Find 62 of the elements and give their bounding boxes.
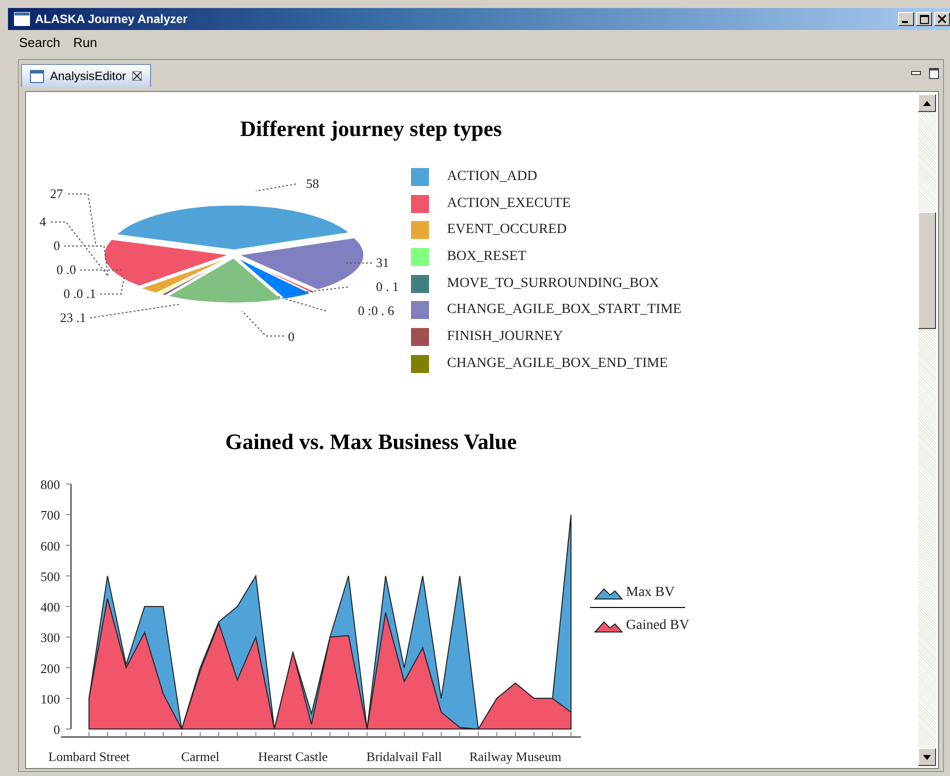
legend-label: FINISH_JOURNEY [447,329,563,346]
minimize-button[interactable] [898,12,914,26]
y-tick-label: 400 [40,599,60,614]
scroll-up-button[interactable] [918,94,936,112]
maximize-button[interactable] [916,12,932,26]
x-tick-label: Railway Museum [469,748,562,764]
legend-label: CHANGE_AGILE_BOX_START_TIME [447,302,682,318]
tab-label: AnalysisEditor [50,69,126,83]
x-tick-label: Carmel [181,748,220,764]
scroll-thumb[interactable] [918,212,936,329]
scroll-down-button[interactable] [918,748,936,766]
data-label: 58 [306,176,319,191]
legend-label: Gained BV [626,618,690,634]
legend-label: MOVE_TO_SURROUNDING_BOX [447,276,660,292]
x-tick-label: Bridalvail Fall [366,748,442,764]
up-arrow-icon [923,100,931,106]
legend-label: EVENT_OCCURED [447,222,567,238]
legend-label: Max BV [626,584,675,601]
menu-item[interactable]: Run [73,35,98,50]
y-tick-label: 600 [40,538,60,554]
minimize-icon[interactable] [911,70,921,76]
menu-item[interactable]: Search [19,35,60,50]
mountain-icon [594,586,624,600]
data-label: 0 . 1 [376,279,399,294]
maximize-icon[interactable] [929,68,939,79]
close-icon[interactable] [132,71,142,81]
y-tick-label: 300 [40,630,60,645]
chart-title: Gained vs. Max Business Value [224,428,518,455]
y-tick-label: 700 [40,507,60,522]
data-label: 4 [40,214,46,229]
vertical-scrollbar[interactable] [918,94,936,766]
chart-title: Different journey step types [239,116,503,142]
y-tick-label: 800 [40,476,60,492]
data-label: 27 [50,186,63,201]
y-tick-label: 100 [40,691,60,706]
down-arrow-icon [923,754,931,760]
window-title: ALASKA Journey Analyzer [35,12,188,26]
data-label: 0 .0 .1 [64,286,96,301]
data-label: 31 [376,255,389,270]
x-tick-label: Lombard Street [48,748,130,764]
legend-label: ACTION_EXECUTE [447,196,571,212]
data-label: 0 :0 . 6 [358,303,394,318]
leader-line [256,184,296,192]
data-label: 0 .0 [56,262,76,277]
close-button[interactable] [934,12,950,26]
data-label: 0 [288,329,294,344]
close-icon [938,15,946,23]
mountain-icon [594,618,624,633]
editor-tab[interactable]: AnalysisEditor [21,64,152,87]
data-label: 23 .1 [60,310,86,325]
y-tick-label: 500 [40,568,60,584]
data-label: 0 [54,238,60,253]
legend-label: BOX_RESET [447,249,526,266]
leader-line [344,262,372,264]
legend-label: CHANGE_AGILE_BOX_END_TIME [447,356,668,372]
maximize-icon [920,14,928,24]
x-tick-label: Hearst Castle [258,748,328,764]
window-icon [14,12,30,26]
y-tick-label: 200 [40,660,60,676]
legend-label: ACTION_ADD [447,169,538,185]
y-tick-label: 0 [54,722,60,737]
editor-icon [30,70,44,82]
